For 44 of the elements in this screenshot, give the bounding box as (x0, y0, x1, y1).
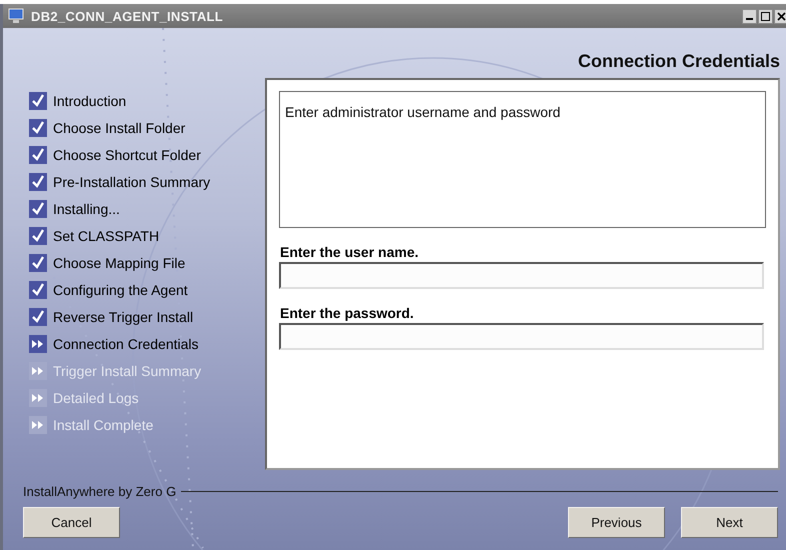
page-title: Connection Credentials (578, 51, 780, 72)
checkbox-icon (29, 92, 47, 110)
fast-forward-icon (29, 362, 47, 380)
step-label: Install Complete (53, 416, 154, 432)
step-label: Reverse Trigger Install (53, 308, 194, 324)
step-label: Detailed Logs (53, 390, 139, 406)
step-label: Choose Install Folder (53, 120, 186, 136)
step-label: Choose Shortcut Folder (53, 146, 201, 162)
maximize-button[interactable] (758, 8, 773, 24)
step-label: Configuring the Agent (53, 282, 188, 298)
cancel-button[interactable]: Cancel (23, 507, 120, 538)
close-icon (777, 12, 786, 20)
step-label: Introduction (53, 92, 126, 108)
step-label: Pre-Installation Summary (53, 174, 210, 190)
computer-icon (7, 8, 25, 24)
step-label: Connection Credentials (53, 336, 199, 352)
checkbox-icon (29, 280, 47, 298)
input-field[interactable] (279, 323, 764, 350)
minimize-button[interactable] (742, 8, 757, 24)
next-button[interactable]: Next (681, 507, 778, 538)
checkbox-icon (29, 308, 47, 326)
field-label: Enter the password. (280, 305, 415, 321)
step-label: Set CLASSPATH (53, 228, 160, 244)
field-label: Enter the user name. (280, 244, 420, 260)
fast-forward-icon (29, 334, 47, 352)
checkbox-icon (29, 254, 47, 272)
step-label: Choose Mapping File (53, 254, 186, 270)
minimize-icon (746, 18, 753, 20)
maximize-icon (761, 12, 770, 20)
window-title: DB2_CONN_AGENT_INSTALL (31, 8, 224, 24)
checkbox-icon (29, 146, 47, 164)
checkbox-icon (29, 226, 47, 244)
checkbox-icon (29, 118, 47, 136)
description-box: Enter administrator username and password (279, 91, 766, 228)
close-button[interactable] (774, 8, 786, 24)
input-field[interactable] (279, 262, 764, 289)
step-label: Installing... (53, 200, 120, 216)
fast-forward-icon (29, 388, 47, 406)
brand-label: InstallAnywhere by Zero G (23, 484, 176, 499)
previous-button[interactable]: Previous (568, 507, 665, 538)
fast-forward-icon (29, 416, 47, 434)
checkbox-icon (29, 200, 47, 218)
step-label: Trigger Install Summary (53, 362, 202, 378)
checkbox-icon (29, 172, 47, 190)
